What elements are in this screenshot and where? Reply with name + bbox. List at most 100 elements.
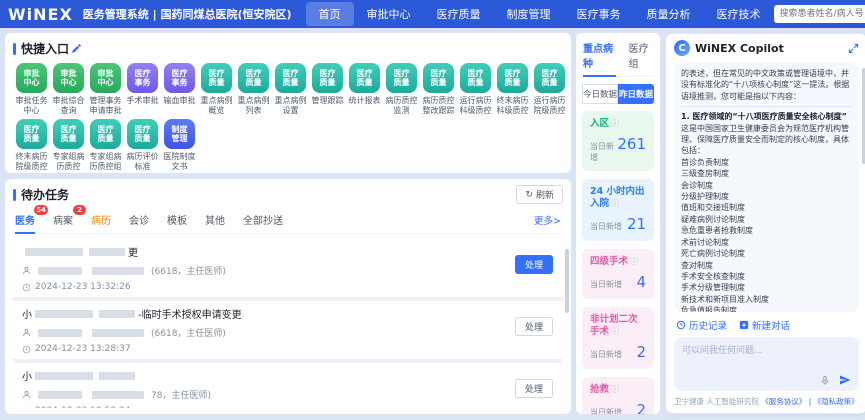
task-row[interactable]: 小 -临时手术授权申请变更 (6618，主任医师): [13, 301, 563, 359]
quick-tile[interactable]: 医疗质量 重点病例列表: [235, 63, 272, 116]
quick-tile-icon: 医疗质量: [127, 119, 158, 149]
info-icon[interactable]: ⓘ: [611, 119, 619, 128]
quick-tile-icon: 审批中心: [90, 63, 121, 93]
quick-tile[interactable]: 医疗质量 病历质控整改跟踪: [420, 63, 457, 116]
stats-tabs: 重点病种 医疗组: [582, 39, 654, 77]
quick-tile[interactable]: 医疗事务 输血审批: [161, 63, 198, 116]
quick-tile[interactable]: 医疗质量 终末病历科级质控: [494, 63, 531, 116]
nav-tab[interactable]: 质量分析: [634, 2, 704, 26]
todo-scrollbar[interactable]: [565, 249, 569, 313]
info-icon[interactable]: ⓘ: [611, 385, 619, 394]
nav-tab[interactable]: 医疗事务: [564, 2, 634, 26]
nav-tab[interactable]: 审批中心: [354, 2, 424, 26]
quick-tile[interactable]: 审批中心 管理事务申请审批: [87, 63, 124, 116]
quick-tile[interactable]: 医疗事务 手术审批: [124, 63, 161, 116]
page-body: 快捷入口 审批中心 审批任务中心 审批中心 审批综合查询: [0, 28, 865, 420]
quick-tile-label: 专家组病历质控组: [87, 152, 124, 172]
quick-tile[interactable]: 医疗质量 病历评价标准: [124, 119, 161, 172]
copilot-heading: 1. 医疗领域的“十八项医疗质量安全核心制度”: [681, 111, 852, 122]
refresh-button[interactable]: ↻ 刷新: [516, 185, 563, 204]
stat-metric-label: 当日新增: [590, 407, 622, 414]
copilot-list: 首诊负责制度 三级查房制度 会诊制度 分级护理制度 值班和交接班制度 疑难病例讨…: [681, 157, 852, 312]
quick-tile[interactable]: 医疗质量 病历质控监测: [383, 63, 420, 116]
stat-metric-label: 当日新增: [590, 141, 617, 163]
footer-links[interactable]: 《服务协议》 | 《隐私政策》: [761, 397, 858, 406]
copilot-list-item: 危急值报告制度: [681, 305, 852, 312]
quick-tile-icon: 医疗质量: [497, 63, 528, 93]
redacted-text: [92, 329, 144, 337]
quick-tile[interactable]: 医疗质量 统计报表: [346, 63, 383, 116]
quick-tile[interactable]: 审批中心 审批综合查询: [50, 63, 87, 116]
quick-tile[interactable]: 医疗质量 专家组病历质控: [50, 119, 87, 172]
quick-tile[interactable]: 审批中心 审批任务中心: [13, 63, 50, 116]
copilot-list-item: 值班和交接班制度: [681, 202, 852, 213]
copilot-list-item: 死亡病例讨论制度: [681, 248, 852, 259]
todo-panel: 待办任务 ↻ 刷新 更多> 医务 54 病案 2: [5, 179, 571, 414]
copilot-scrollbar[interactable]: [862, 68, 865, 164]
copilot-input[interactable]: [682, 343, 851, 371]
quick-tile-grid: 审批中心 审批任务中心 审批中心 审批综合查询 审批中心 管理事务申请审批: [13, 63, 563, 172]
handle-button[interactable]: 处理: [515, 379, 553, 398]
stats-tab[interactable]: 重点病种: [583, 40, 616, 70]
history-button[interactable]: 历史记录: [676, 318, 727, 332]
quick-tile[interactable]: 医疗质量 重点病例概览: [198, 63, 235, 116]
nav-tab[interactable]: 医疗质量: [424, 2, 494, 26]
stat-metric-label: 当日新增: [590, 279, 622, 290]
quick-tile[interactable]: 医疗质量 运行病历科级质控: [457, 63, 494, 116]
task-time: 2024-12-23 13:32:26: [22, 282, 554, 292]
redacted-text: [99, 372, 135, 380]
expand-icon[interactable]: [848, 43, 859, 54]
handle-button[interactable]: 处理: [515, 255, 553, 274]
copilot-list-item: 首诊负责制度: [681, 157, 852, 168]
refresh-icon: ↻: [525, 190, 533, 200]
todo-tab[interactable]: 医务 54: [15, 212, 35, 227]
task-row[interactable]: 小 78，主任医师) 2024: [13, 363, 563, 408]
copilot-list-item: 分级护理制度: [681, 191, 852, 202]
todo-tab[interactable]: 模板: [167, 212, 187, 227]
stats-day-toggle: 今日数据 昨日数据: [582, 84, 654, 104]
edit-pencil-icon[interactable]: [71, 43, 82, 54]
app-logo: WiNEX: [8, 5, 73, 24]
quick-tile[interactable]: 医疗质量 运行病历院级质控: [531, 63, 568, 116]
task-title: 更: [22, 244, 554, 259]
info-icon[interactable]: ⓘ: [611, 199, 619, 208]
patient-search-input[interactable]: [774, 5, 865, 23]
handle-button[interactable]: 处理: [515, 317, 553, 336]
send-icon[interactable]: [839, 374, 851, 386]
todo-tab[interactable]: 会诊: [129, 212, 149, 227]
stats-toggle-button[interactable]: 昨日数据: [618, 84, 654, 104]
stats-tab[interactable]: 医疗组: [629, 40, 653, 70]
quick-tile[interactable]: 医疗质量 专家组病历质控组: [87, 119, 124, 172]
nav-tab[interactable]: 首页: [306, 2, 354, 26]
redacted-text: [38, 391, 82, 399]
copilot-list-item: 术前讨论制度: [681, 237, 852, 248]
quick-tile[interactable]: 制度管理 医院制度文书: [161, 119, 198, 172]
info-icon[interactable]: ⓘ: [630, 257, 638, 266]
quick-tile-label: 运行病历科级质控: [457, 96, 494, 116]
more-link[interactable]: 更多>: [534, 213, 561, 227]
redacted-text: [38, 329, 82, 337]
stats-toggle-button[interactable]: 今日数据: [582, 84, 618, 104]
info-icon[interactable]: ⓘ: [611, 327, 619, 336]
nav-tab[interactable]: 医疗技术: [704, 2, 774, 26]
copilot-logo-icon: C: [674, 40, 690, 56]
stat-label: 24 小时内出入院ⓘ: [590, 186, 646, 210]
todo-tab[interactable]: 病历: [91, 212, 111, 227]
quick-tile[interactable]: 医疗质量 重点病例设置: [272, 63, 309, 116]
quick-tile[interactable]: 医疗质量 管理跟踪: [309, 63, 346, 116]
todo-tab[interactable]: 病案 2: [53, 212, 73, 227]
quick-tile[interactable]: 医疗质量 终末病历院级质控: [13, 119, 50, 172]
quick-tile-label: 审批任务中心: [13, 96, 50, 116]
copilot-paragraph: 这是中国国家卫生健康委员会为规范医疗机构管理、保障医疗质量安全而制定的核心制度，…: [681, 123, 852, 157]
todo-tab[interactable]: 其他: [205, 212, 225, 227]
copilot-message: 的表述，但在常见的中文政策或管理语境中，并没有标准化的“十八项核心制度”这一提法…: [674, 62, 859, 312]
stat-metric-label: 当日新增: [590, 221, 622, 232]
microphone-icon[interactable]: [820, 375, 830, 386]
task-row[interactable]: 更 (6618，主任医师) 2024-12-23 13:32:26 处: [13, 239, 563, 297]
nav-tab[interactable]: 制度管理: [494, 2, 564, 26]
new-chat-button[interactable]: 新建对话: [739, 318, 790, 332]
redacted-text: [35, 372, 93, 380]
stat-card-list: 入区ⓘ 当日新增 261 24 小时内出入院ⓘ 当日新增: [582, 111, 654, 414]
copilot-list-item: 查对制度: [681, 260, 852, 271]
todo-tab[interactable]: 全部抄送: [243, 212, 283, 227]
